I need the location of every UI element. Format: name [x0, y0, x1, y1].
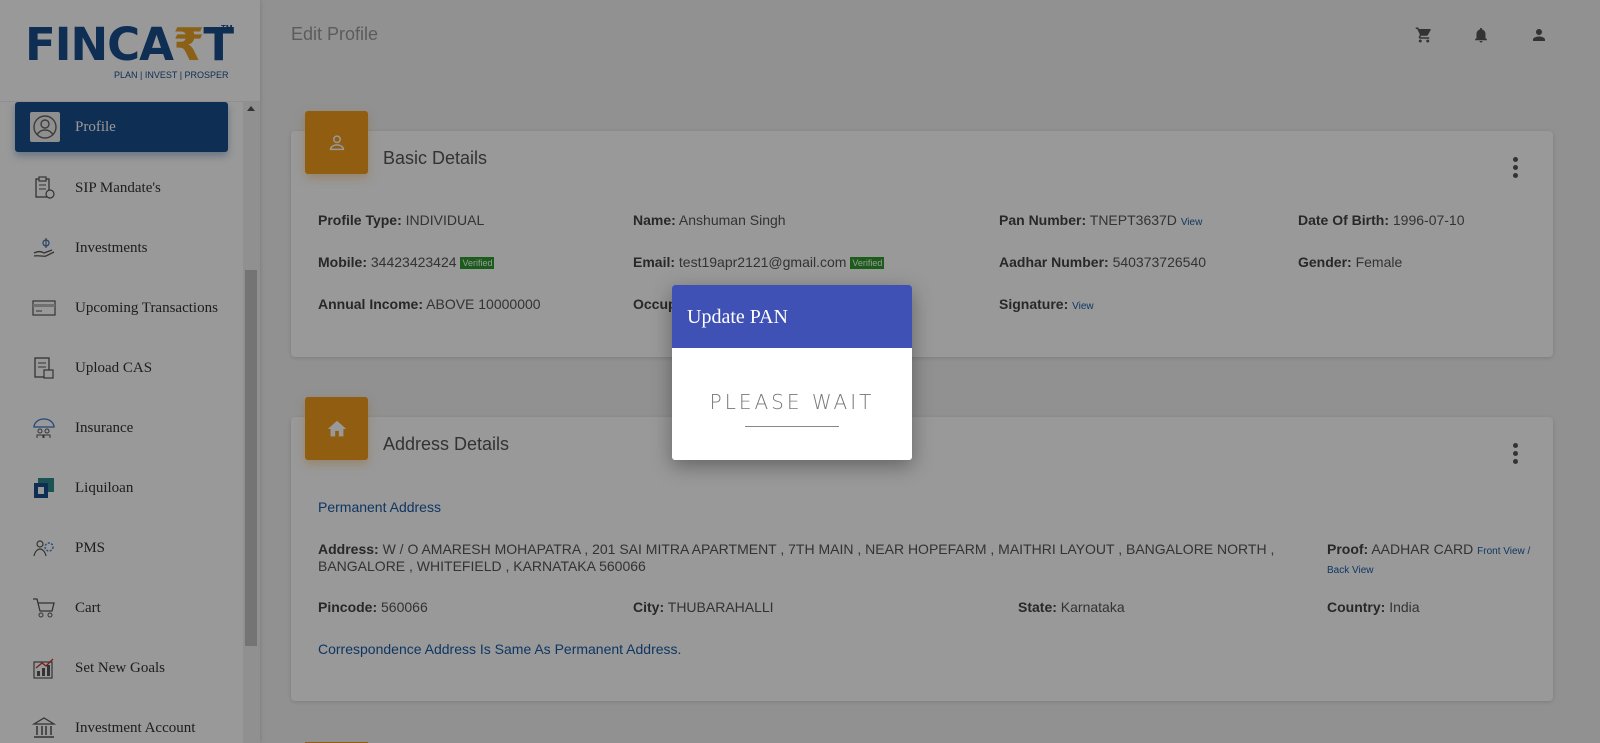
please-wait-text: PLEASE WAIT	[709, 390, 875, 414]
update-pan-dialog: Update PAN PLEASE WAIT	[672, 285, 912, 460]
dialog-body: PLEASE WAIT	[672, 348, 912, 427]
loading-line	[745, 426, 839, 427]
dialog-title: Update PAN	[672, 285, 912, 348]
